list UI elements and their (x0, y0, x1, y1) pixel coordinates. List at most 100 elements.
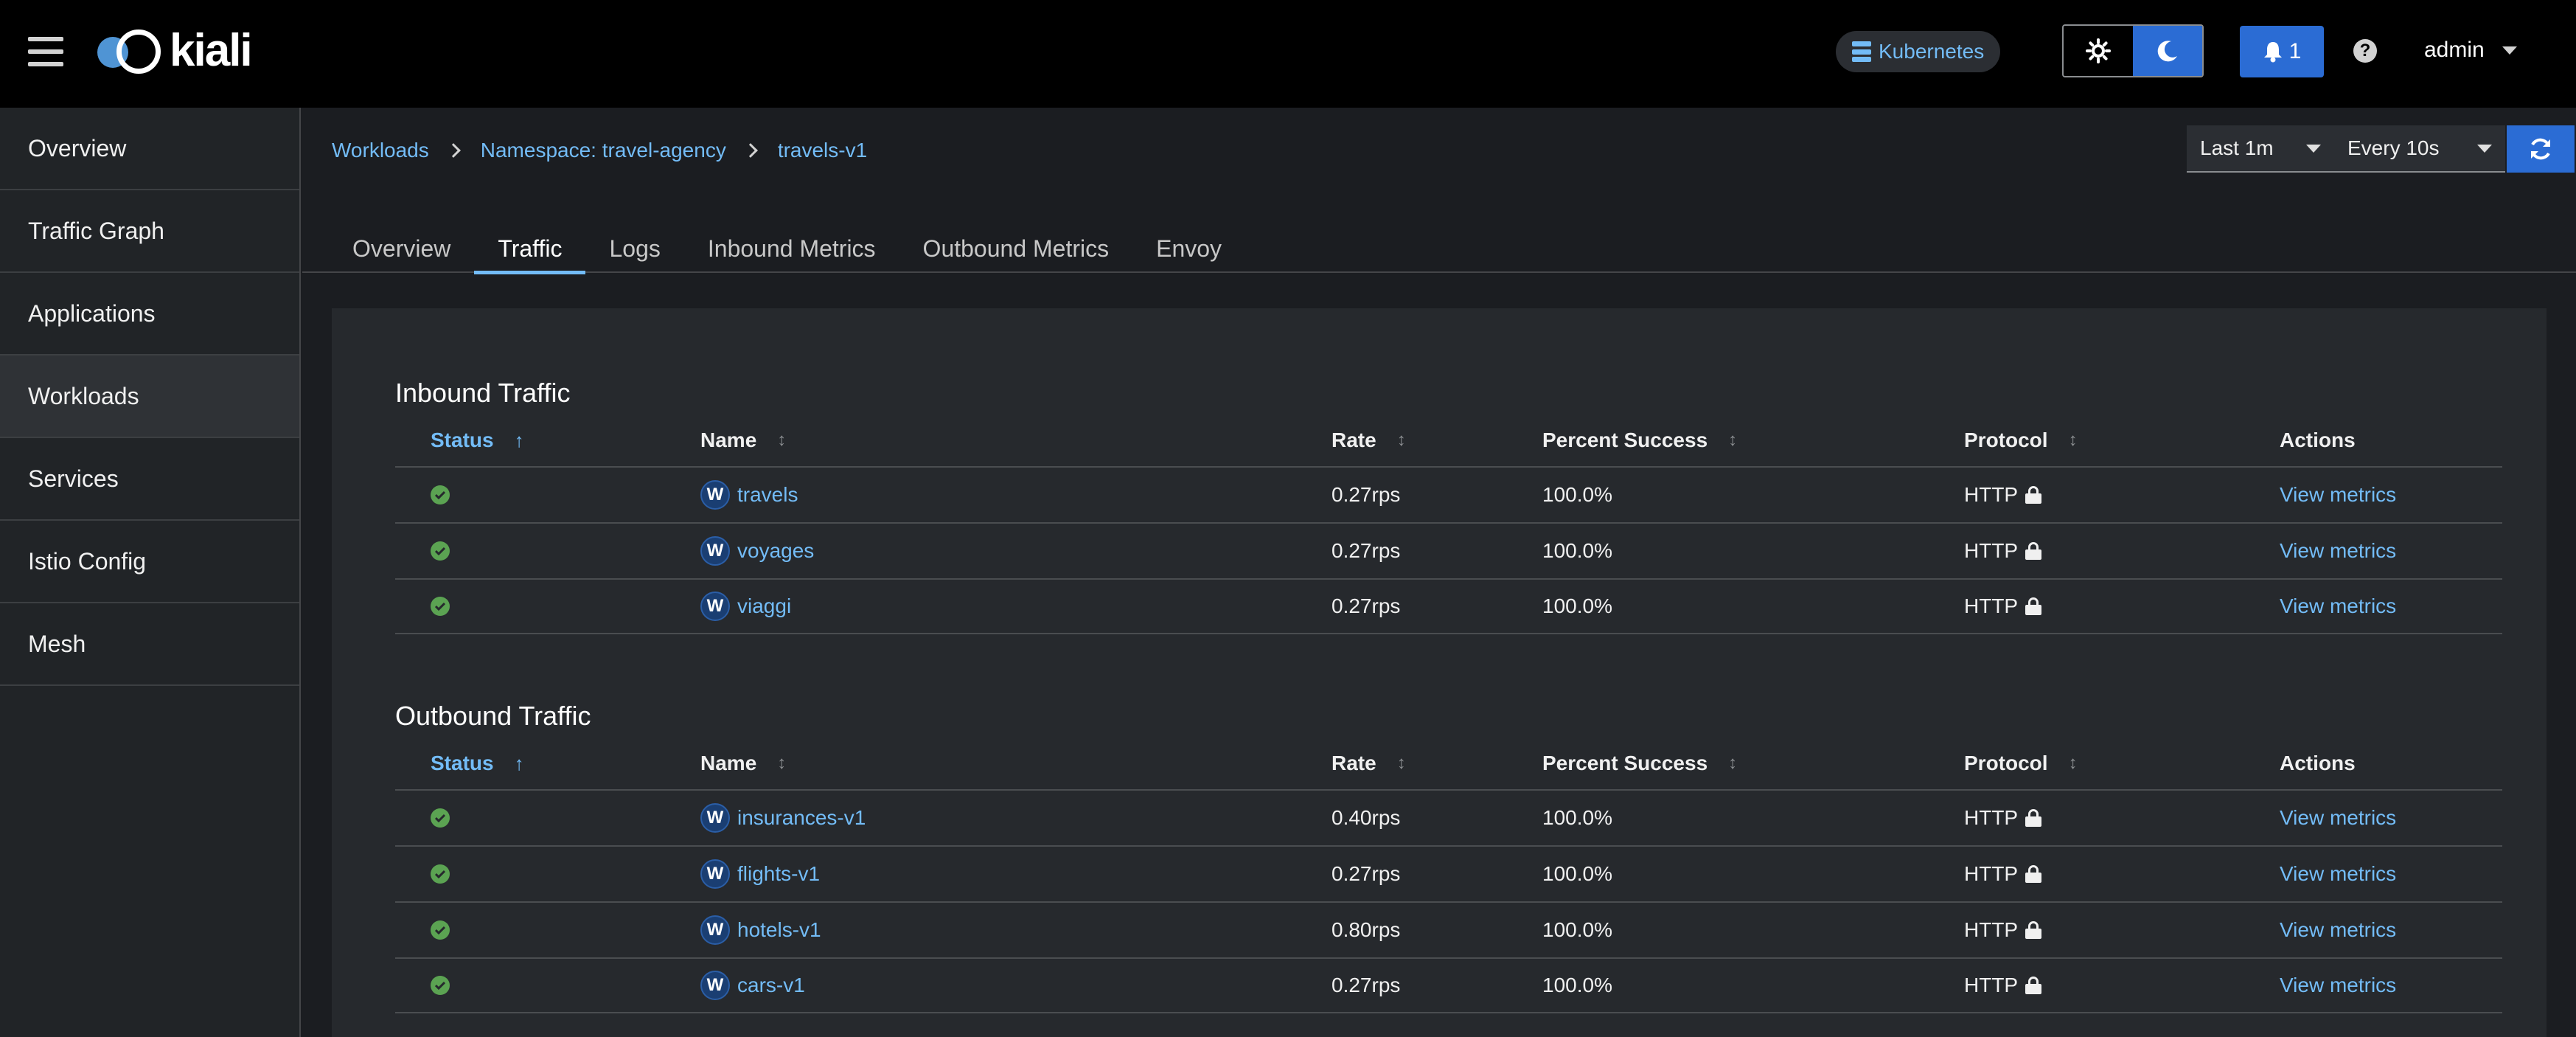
notifications-button[interactable]: 1 (2240, 26, 2324, 77)
sidebar-item-applications[interactable]: Applications (0, 273, 299, 356)
kiali-logo-icon (97, 27, 165, 75)
table-row: Wvoyages 0.27rps 100.0% HTTP View metric… (395, 522, 2502, 578)
workload-link[interactable]: viaggi (737, 594, 791, 618)
protocol-value: HTTP (1964, 862, 2019, 885)
tab-overview[interactable]: Overview (329, 224, 474, 273)
sidebar-item-workloads[interactable]: Workloads (0, 356, 299, 438)
check-circle-icon (431, 920, 450, 940)
column-rate[interactable]: Rate ↕ (1331, 429, 1542, 452)
column-label: Protocol (1964, 752, 2048, 774)
table-row: Whotels-v1 0.80rps 100.0% HTTP View metr… (395, 901, 2502, 957)
hamburger-menu-icon[interactable] (28, 37, 63, 66)
rate-value: 0.27rps (1331, 862, 1401, 885)
refresh-button[interactable] (2507, 125, 2575, 173)
cluster-badge[interactable]: Kubernetes (1836, 31, 2001, 72)
tab-outbound-metrics[interactable]: Outbound Metrics (899, 224, 1133, 273)
column-label: Status (431, 752, 494, 774)
tab-traffic[interactable]: Traffic (474, 224, 586, 274)
column-label: Rate (1331, 752, 1376, 774)
protocol-value: HTTP (1964, 539, 2019, 562)
view-metrics-link[interactable]: View metrics (2280, 539, 2396, 562)
moon-icon (2157, 41, 2177, 62)
sort-icon: ↕ (1728, 430, 1738, 450)
lock-icon (2025, 921, 2042, 939)
column-name[interactable]: Name ↕ (700, 429, 1331, 452)
table-row: Wflights-v1 0.27rps 100.0% HTTP View met… (395, 845, 2502, 901)
percent-success-value: 100.0% (1542, 594, 1612, 617)
theme-toggle (2062, 24, 2204, 77)
tab-inbound-metrics[interactable]: Inbound Metrics (684, 224, 899, 273)
breadcrumb-workloads[interactable]: Workloads (332, 139, 429, 162)
view-metrics-link[interactable]: View metrics (2280, 806, 2396, 829)
workload-link[interactable]: hotels-v1 (737, 918, 821, 942)
column-percent-success[interactable]: Percent Success ↕ (1542, 752, 1964, 775)
dark-theme-button[interactable] (2133, 26, 2202, 76)
rate-value: 0.27rps (1331, 974, 1401, 996)
sidebar-item-services[interactable]: Services (0, 438, 299, 521)
sort-icon: ↕ (1396, 430, 1406, 450)
lock-icon (2025, 486, 2042, 504)
traffic-panel: Inbound Traffic Status ↑ Name ↕ Rate ↕ Perc… (332, 308, 2547, 1037)
workload-link[interactable]: insurances-v1 (737, 806, 866, 830)
light-theme-button[interactable] (2064, 26, 2133, 76)
caret-down-icon (2306, 144, 2321, 153)
tab-envoy[interactable]: Envoy (1132, 224, 1245, 273)
percent-success-value: 100.0% (1542, 539, 1612, 562)
outbound-traffic-title: Outbound Traffic (395, 701, 591, 731)
workload-badge-icon: W (700, 592, 730, 621)
view-metrics-link[interactable]: View metrics (2280, 483, 2396, 506)
view-metrics-link[interactable]: View metrics (2280, 862, 2396, 885)
tab-bar: Overview Traffic Logs Inbound Metrics Ou… (302, 224, 2576, 274)
sort-ascending-icon: ↑ (514, 429, 524, 451)
column-status[interactable]: Status ↑ (395, 429, 700, 452)
workload-link[interactable]: flights-v1 (737, 862, 820, 886)
workload-badge-icon: W (700, 803, 730, 833)
column-label: Name (700, 429, 757, 451)
protocol-value: HTTP (1964, 974, 2019, 996)
breadcrumb-workload[interactable]: travels-v1 (778, 139, 867, 162)
sidebar-item-traffic-graph[interactable]: Traffic Graph (0, 190, 299, 273)
view-metrics-link[interactable]: View metrics (2280, 594, 2396, 617)
breadcrumb-namespace[interactable]: Namespace: travel-agency (481, 139, 726, 162)
refresh-icon (2531, 138, 2550, 160)
chevron-right-icon (445, 143, 461, 158)
sidebar-item-mesh[interactable]: Mesh (0, 603, 299, 686)
workload-link[interactable]: voyages (737, 539, 814, 563)
bell-icon (2263, 42, 2282, 63)
sort-icon: ↕ (1396, 753, 1406, 773)
workload-link[interactable]: cars-v1 (737, 974, 805, 997)
workload-link[interactable]: travels (737, 483, 798, 507)
column-protocol[interactable]: Protocol ↕ (1964, 752, 2280, 775)
column-label: Percent Success (1542, 752, 1708, 774)
sidebar-item-istio-config[interactable]: Istio Config (0, 521, 299, 603)
help-icon[interactable]: ? (2353, 39, 2377, 63)
column-rate[interactable]: Rate ↕ (1331, 752, 1542, 775)
column-status[interactable]: Status ↑ (395, 752, 700, 775)
column-protocol[interactable]: Protocol ↕ (1964, 429, 2280, 452)
protocol-value: HTTP (1964, 918, 2019, 941)
sidebar-item-label: Services (28, 465, 119, 492)
tab-logs[interactable]: Logs (585, 224, 683, 273)
sidebar-item-overview[interactable]: Overview (0, 108, 299, 190)
workload-badge-icon: W (700, 859, 730, 889)
lock-icon (2025, 597, 2042, 615)
table-row: Wtravels 0.27rps 100.0% HTTP View metric… (395, 466, 2502, 522)
sidebar-item-label: Mesh (28, 630, 86, 657)
user-menu[interactable]: admin (2424, 34, 2517, 66)
column-label: Percent Success (1542, 429, 1708, 451)
percent-success-value: 100.0% (1542, 483, 1612, 506)
table-row: Wcars-v1 0.27rps 100.0% HTTP View metric… (395, 957, 2502, 1013)
lock-icon (2025, 542, 2042, 560)
view-metrics-link[interactable]: View metrics (2280, 974, 2396, 996)
cluster-badge-label: Kubernetes (1879, 40, 1985, 63)
check-circle-icon (431, 485, 450, 504)
sort-icon: ↕ (2068, 430, 2078, 450)
time-range-dropdown[interactable]: Last 1m (2187, 125, 2334, 173)
view-metrics-link[interactable]: View metrics (2280, 918, 2396, 941)
outbound-traffic-table: Status ↑ Name ↕ Rate ↕ Percent Success ↕ Pro… (395, 738, 2502, 1013)
column-label: Rate (1331, 429, 1376, 451)
column-name[interactable]: Name ↕ (700, 752, 1331, 775)
kiali-logo[interactable]: kiali (97, 27, 253, 75)
refresh-interval-dropdown[interactable]: Every 10s (2334, 125, 2505, 173)
column-percent-success[interactable]: Percent Success ↕ (1542, 429, 1964, 452)
